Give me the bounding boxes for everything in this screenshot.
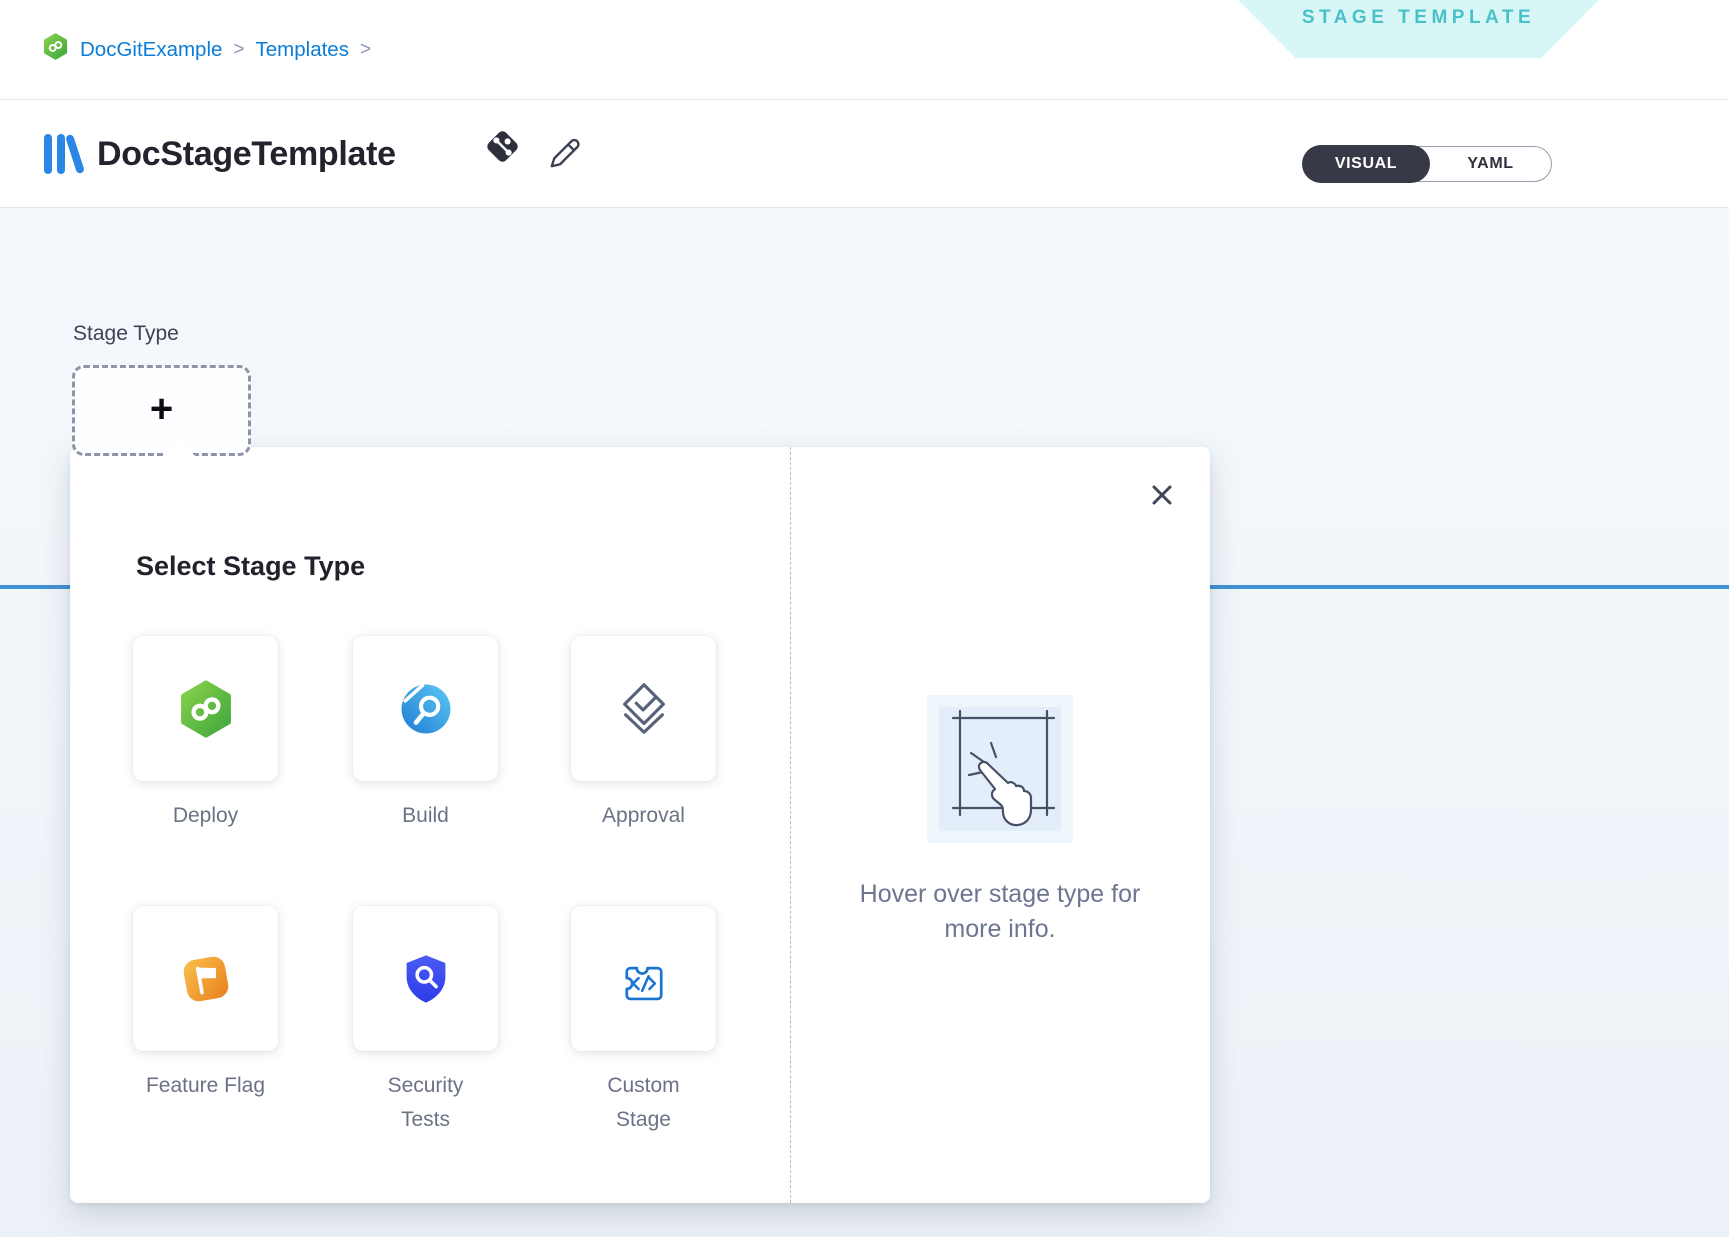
breadcrumb-templates-link[interactable]: Templates xyxy=(256,38,349,62)
hover-info-hint: Hover over stage type for more info. xyxy=(835,877,1165,946)
page-title: DocStageTemplate xyxy=(97,135,396,174)
stage-card-deploy[interactable]: Deploy xyxy=(133,636,278,833)
build-card-box xyxy=(353,636,498,781)
stage-template-badge: STAGE TEMPLATE xyxy=(1238,0,1599,58)
feature-flag-card-box xyxy=(133,906,278,1051)
git-sync-icon xyxy=(477,121,528,172)
stage-card-label: Approval xyxy=(581,799,706,833)
build-icon xyxy=(397,680,455,738)
custom-stage-icon xyxy=(615,950,673,1008)
custom-stage-card-box xyxy=(571,906,716,1051)
stage-card-security-tests[interactable]: Security Tests xyxy=(353,906,498,1137)
stage-card-label: Deploy xyxy=(143,799,268,833)
stage-card-build[interactable]: Build xyxy=(353,636,498,833)
breadcrumb: DocGitExample > Templates > xyxy=(80,0,371,100)
deploy-card-box xyxy=(133,636,278,781)
security-tests-icon xyxy=(399,952,453,1006)
plus-icon: + xyxy=(150,389,173,429)
breadcrumb-project-link[interactable]: DocGitExample xyxy=(80,38,222,62)
toggle-yaml-button[interactable]: YAML xyxy=(1430,147,1551,180)
stage-card-feature-flag[interactable]: Feature Flag xyxy=(133,906,278,1103)
template-library-icon xyxy=(40,129,86,179)
select-stage-type-popover: Select Stage Type Deploy xyxy=(70,447,1210,1203)
harness-project-icon xyxy=(42,33,69,60)
stage-card-label: Security Tests xyxy=(363,1069,488,1137)
stage-card-label: Feature Flag xyxy=(143,1069,268,1103)
security-tests-card-box xyxy=(353,906,498,1051)
hover-info-illustration xyxy=(927,695,1073,843)
stage-card-custom-stage[interactable]: Custom Stage xyxy=(571,906,716,1137)
stage-card-approval[interactable]: Approval xyxy=(571,636,716,833)
close-icon[interactable] xyxy=(1148,481,1176,509)
popover-divider xyxy=(790,447,791,1203)
feature-flag-icon xyxy=(177,950,235,1008)
popover-title: Select Stage Type xyxy=(136,551,365,582)
visual-yaml-toggle: VISUAL YAML xyxy=(1303,146,1552,182)
stage-card-label: Build xyxy=(363,799,488,833)
breadcrumb-separator-icon: > xyxy=(233,39,244,61)
add-stage-button[interactable]: + xyxy=(72,365,251,456)
edit-title-icon[interactable] xyxy=(543,132,586,175)
stage-type-label: Stage Type xyxy=(73,322,179,346)
stage-template-badge-label: STAGE TEMPLATE xyxy=(1302,7,1535,58)
stage-card-label: Custom Stage xyxy=(581,1069,706,1137)
approval-icon xyxy=(613,678,675,740)
deploy-icon xyxy=(177,680,235,738)
breadcrumb-separator-icon: > xyxy=(360,39,371,61)
approval-card-box xyxy=(571,636,716,781)
toggle-visual-button[interactable]: VISUAL xyxy=(1302,145,1430,183)
app-window: DocGitExample > Templates > STAGE TEMPLA… xyxy=(0,0,1729,1237)
